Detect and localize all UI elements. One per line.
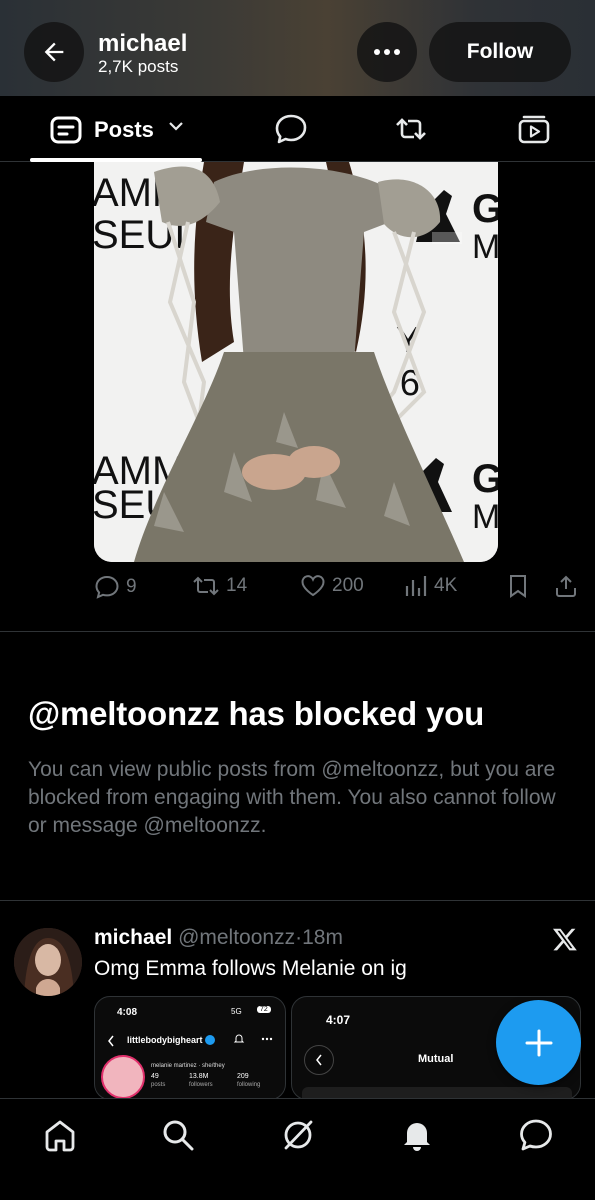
tweet-media-1[interactable]: 4:08 5G 72 littlebodybigheart melanie ma… xyxy=(94,996,286,1100)
ig-posts-value: 49 xyxy=(151,1073,159,1080)
back-button[interactable] xyxy=(24,22,84,82)
ig-followers-value: 13.8M xyxy=(189,1073,209,1080)
ig-posts-label: posts xyxy=(151,1082,166,1088)
home-icon[interactable] xyxy=(42,1117,78,1153)
messages-icon[interactable] xyxy=(518,1117,554,1153)
tab-replies-icon[interactable] xyxy=(274,112,308,146)
profile-tabs: Posts xyxy=(0,96,595,162)
ig-followers-label: followers xyxy=(189,1082,213,1088)
bar-chart-icon xyxy=(405,576,427,596)
post-photo[interactable]: AMM SEUI AMM SEU G M G M Y 9 xyxy=(94,162,498,562)
tweet-author-name[interactable]: michael xyxy=(94,926,172,949)
like-action[interactable]: 200 xyxy=(300,574,364,598)
repost-count: 14 xyxy=(226,575,248,596)
reply-action[interactable]: 9 xyxy=(94,574,137,600)
backdrop-text: M xyxy=(472,228,498,266)
ig-avatar xyxy=(101,1055,145,1099)
bell-icon[interactable] xyxy=(399,1117,435,1153)
reply-count: 9 xyxy=(126,576,137,597)
tab-media-icon[interactable] xyxy=(517,112,551,146)
bookmark-icon xyxy=(510,575,526,598)
ig-following-label: following xyxy=(237,1082,261,1088)
status-time: 4:07 xyxy=(326,1013,351,1027)
more-options-button[interactable] xyxy=(357,22,417,82)
profile-name: michael xyxy=(98,30,188,57)
tweet-author-handle[interactable]: @meltoonzz xyxy=(178,926,295,949)
status-signal: 5G xyxy=(231,1007,242,1016)
tab-reposts-icon[interactable] xyxy=(394,112,428,146)
repost-action[interactable]: 14 xyxy=(192,574,247,598)
avatar-image xyxy=(14,928,82,996)
divider xyxy=(0,631,595,632)
views-count: 4K xyxy=(434,575,458,596)
ig-display-name: melanie martinez · she/they xyxy=(151,1063,225,1069)
mutual-title: Mutual xyxy=(418,1053,454,1065)
profile-header: michael 2,7K posts Follow xyxy=(0,0,595,96)
bell-icon xyxy=(233,1034,245,1043)
bookmark-action[interactable] xyxy=(508,574,528,598)
chevron-left-icon xyxy=(108,1035,114,1047)
reply-icon xyxy=(95,575,119,599)
more-horizontal-icon xyxy=(374,49,400,55)
post-actions: 9 14 200 4K xyxy=(94,574,584,604)
posts-icon xyxy=(50,116,82,144)
tweet-header: michael @meltoonzz·18m xyxy=(94,926,343,950)
tweet-time: 18m xyxy=(302,926,343,949)
compose-button[interactable] xyxy=(496,1000,581,1085)
chevron-down-icon xyxy=(169,122,183,131)
backdrop-text: G xyxy=(472,187,498,231)
tab-posts[interactable]: Posts xyxy=(30,96,202,162)
more-horizontal-icon xyxy=(261,1037,273,1041)
posts-count: 2,7K posts xyxy=(98,57,179,76)
back-button xyxy=(304,1045,334,1075)
grok-icon[interactable] xyxy=(280,1117,316,1153)
status-time: 4:08 xyxy=(117,1007,138,1018)
chevron-left-icon xyxy=(316,1054,322,1066)
bottom-navigation xyxy=(0,1098,595,1200)
share-icon xyxy=(556,575,576,597)
views-action[interactable]: 4K xyxy=(404,574,457,598)
search-icon[interactable] xyxy=(160,1117,196,1153)
tab-posts-label: Posts xyxy=(94,117,154,142)
repost-icon xyxy=(193,576,219,596)
tweet-text: Omg Emma follows Melanie on ig xyxy=(94,957,407,980)
battery-indicator: 72 xyxy=(257,1006,271,1013)
heart-icon xyxy=(301,575,325,597)
follow-button[interactable]: Follow xyxy=(429,22,571,82)
backdrop-text: M xyxy=(472,498,498,536)
blocked-description: You can view public posts from @meltoonz… xyxy=(28,758,556,837)
verified-badge-icon xyxy=(205,1035,215,1045)
share-action[interactable] xyxy=(554,574,578,598)
ig-following-value: 209 xyxy=(237,1073,249,1080)
blocked-title: @meltoonzz has blocked you xyxy=(28,695,485,732)
x-logo-icon xyxy=(552,928,577,951)
backdrop-text: G xyxy=(472,457,498,501)
like-count: 200 xyxy=(332,575,364,596)
divider xyxy=(0,900,595,901)
avatar[interactable] xyxy=(14,928,82,996)
ig-username: littlebodybigheart xyxy=(127,1035,203,1045)
red-carpet-photo: AMM SEUI AMM SEU G M G M Y 9 xyxy=(94,162,498,562)
plus-icon xyxy=(525,1029,552,1056)
arrow-left-icon xyxy=(44,42,64,62)
